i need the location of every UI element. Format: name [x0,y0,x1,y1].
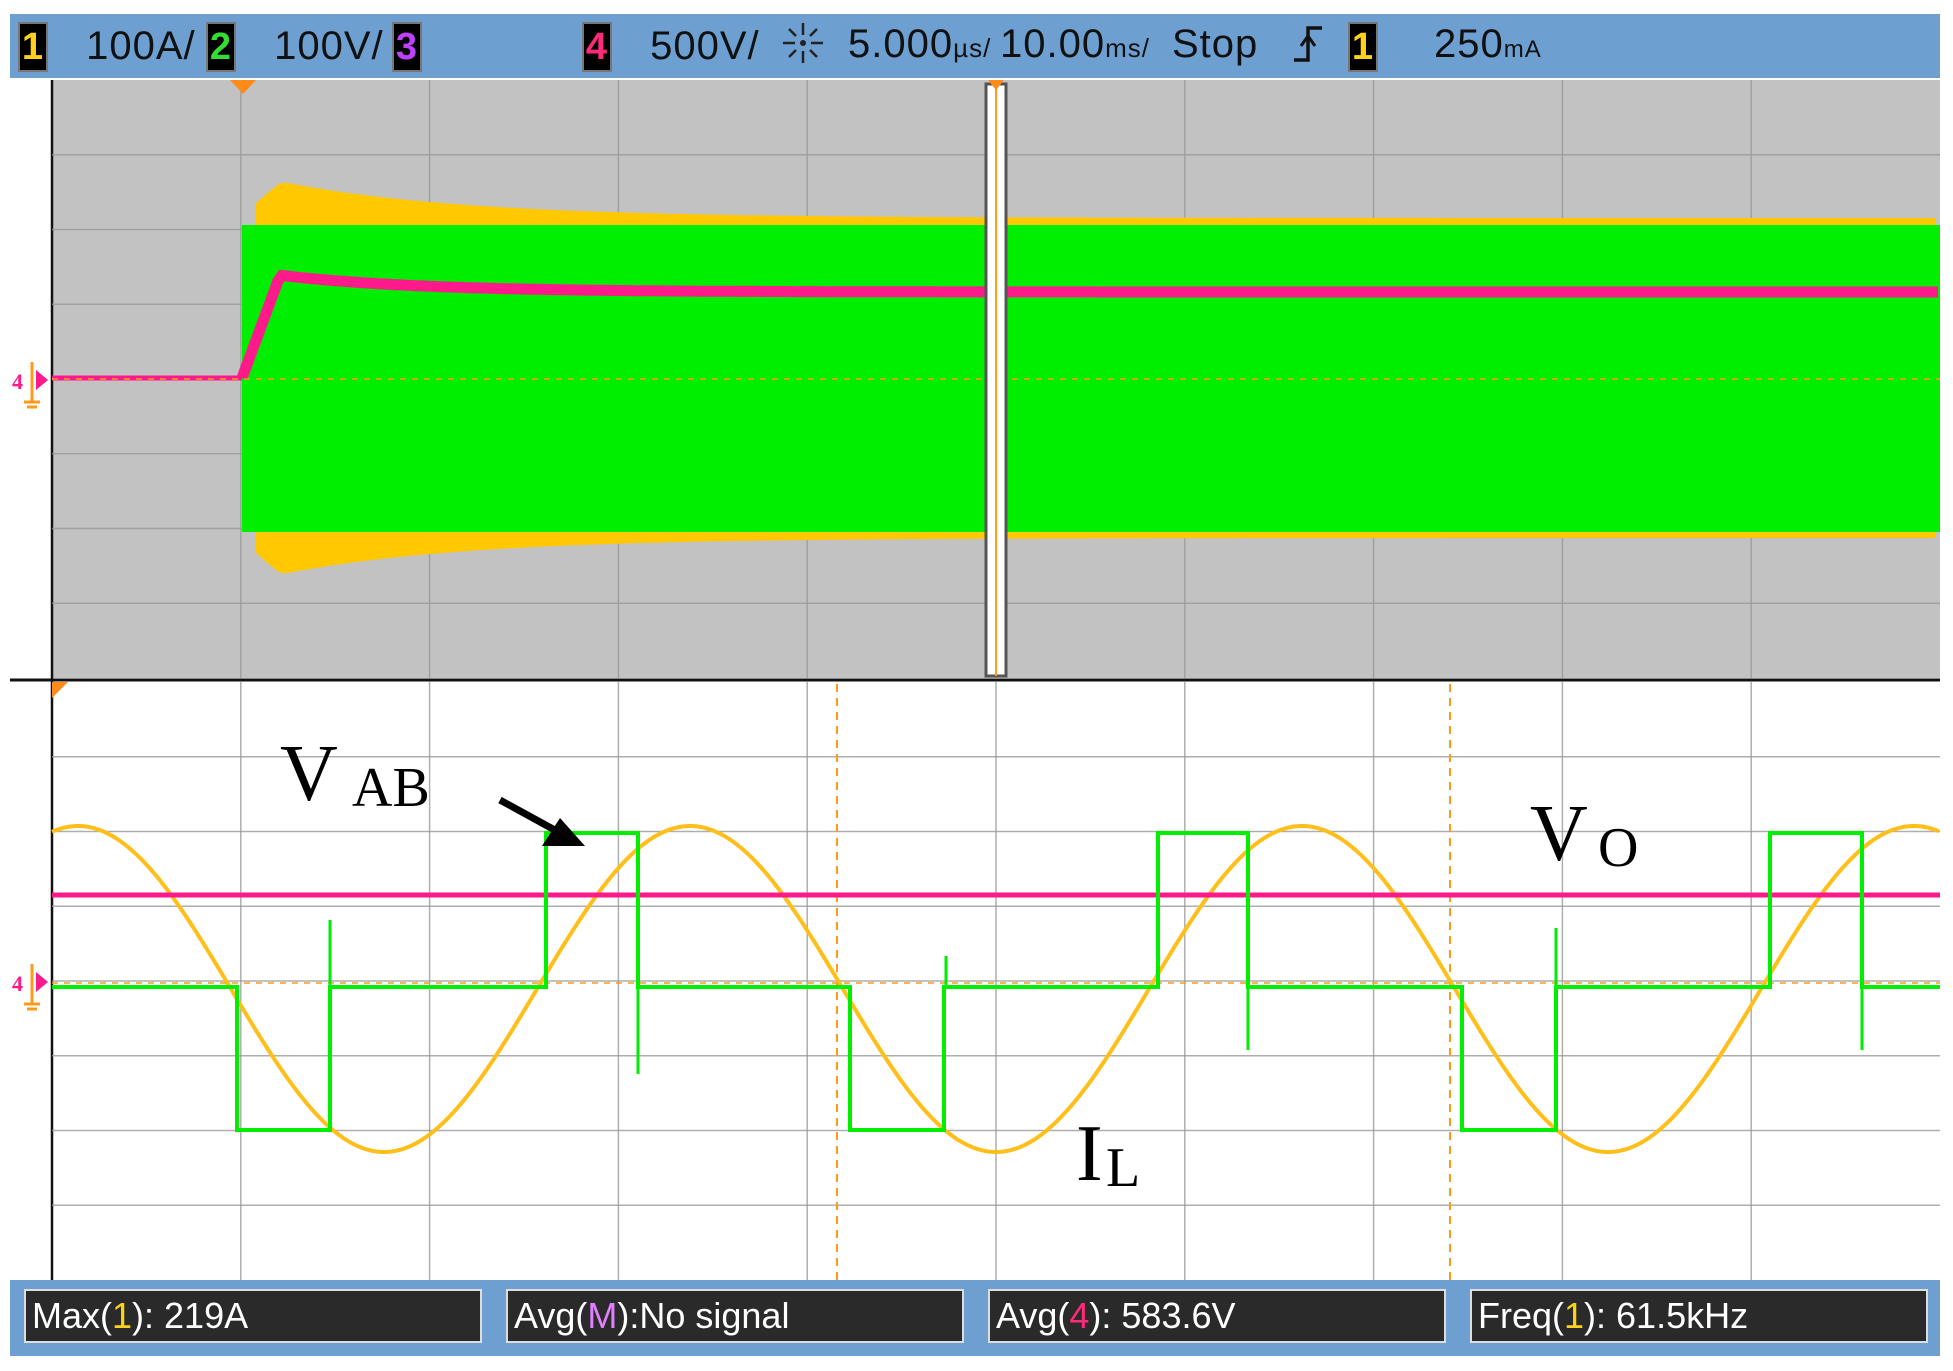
ground-marker-top: 4 [12,362,48,409]
waveform-area: 4 4 V AB V O I L [10,80,1940,1280]
svg-text:O: O [1598,817,1638,879]
svg-text:4: 4 [12,971,23,996]
measurement-bar: Max(1): 219A Avg(M):No signal Avg(4): 58… [10,1280,1940,1356]
svg-text:L: L [1106,1137,1140,1199]
svg-text:V: V [1530,790,1588,878]
measurement-max-ch1[interactable]: Max(1): 219A [24,1289,482,1343]
svg-text:I: I [1076,1110,1103,1198]
oscilloscope-display: 1 100A/ 2 100V/ 3 4 500V/ 5.000µs/ 10.00… [0,0,1953,1371]
measurement-freq-ch1[interactable]: Freq(1): 61.5kHz [1470,1289,1928,1343]
svg-text:AB: AB [352,757,430,819]
ground-marker-bottom: 4 [12,964,48,1011]
measurement-channel: 1 [112,1295,133,1336]
measurement-channel: M [587,1295,618,1336]
measurement-value: ): 61.5kHz [1584,1295,1749,1336]
measurement-value: ):No signal [617,1295,790,1336]
svg-text:4: 4 [12,369,23,394]
measurement-avg-ch4[interactable]: Avg(4): 583.6V [988,1289,1446,1343]
measurement-label: Avg( [996,1295,1070,1336]
measurement-channel: 1 [1564,1295,1585,1336]
measurement-label: Avg( [514,1295,588,1336]
measurement-value: ): 583.6V [1089,1295,1236,1336]
measurement-channel: 4 [1069,1295,1090,1336]
measurement-avg-math[interactable]: Avg(M):No signal [506,1289,964,1343]
measurement-label: Freq( [1478,1295,1565,1336]
measurement-value: ): 219A [132,1295,249,1336]
measurement-label: Max( [32,1295,112,1336]
svg-text:V: V [280,730,338,818]
zoom-window-marker[interactable] [984,82,1008,678]
